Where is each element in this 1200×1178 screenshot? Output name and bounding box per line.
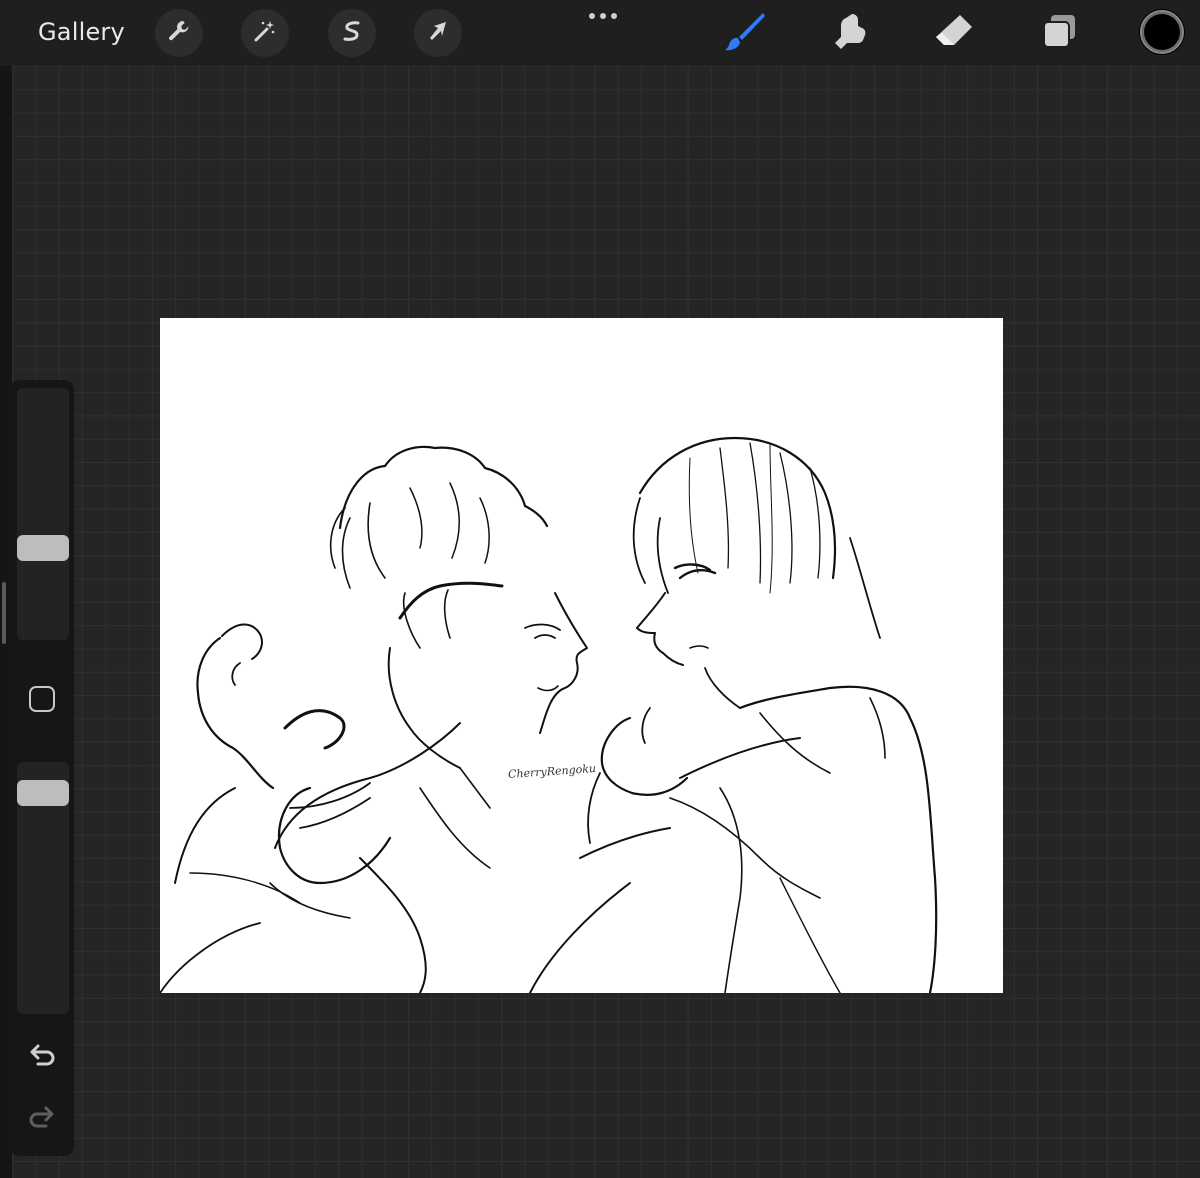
magic-button[interactable] — [241, 9, 289, 57]
top-toolbar: Gallery — [0, 0, 1200, 66]
brush-size-thumb[interactable] — [17, 534, 69, 561]
color-picker-button[interactable] — [1140, 10, 1184, 54]
undo-icon — [26, 1044, 58, 1076]
undo-button[interactable] — [26, 1040, 58, 1072]
selection-icon — [339, 18, 365, 48]
eraser-tool[interactable] — [931, 10, 977, 56]
adjustments-button[interactable] — [155, 9, 203, 57]
layers-icon — [1039, 11, 1079, 55]
redo-icon — [26, 1106, 58, 1138]
more-options-button[interactable] — [589, 13, 617, 19]
gallery-button[interactable]: Gallery — [38, 18, 125, 46]
arrow-cursor-icon — [425, 18, 451, 48]
wrench-icon — [166, 18, 192, 48]
sidebar — [10, 380, 74, 1156]
smudge-icon — [828, 10, 870, 56]
selection-button[interactable] — [328, 9, 376, 57]
redo-button[interactable] — [26, 1102, 58, 1134]
drawing-canvas[interactable]: CherryRengoku — [160, 318, 1003, 993]
transform-button[interactable] — [414, 9, 462, 57]
brush-icon — [723, 9, 767, 57]
opacity-thumb[interactable] — [17, 780, 69, 807]
brush-size-slider[interactable] — [17, 388, 69, 640]
brush-tool[interactable] — [722, 10, 768, 56]
layers-tool[interactable] — [1036, 10, 1082, 56]
sidebar-drag-handle[interactable] — [2, 582, 6, 644]
magic-wand-icon — [252, 18, 278, 48]
smudge-tool[interactable] — [826, 10, 872, 56]
modify-button[interactable] — [29, 686, 55, 712]
sketch-artwork — [160, 436, 938, 993]
eraser-icon — [932, 9, 976, 57]
